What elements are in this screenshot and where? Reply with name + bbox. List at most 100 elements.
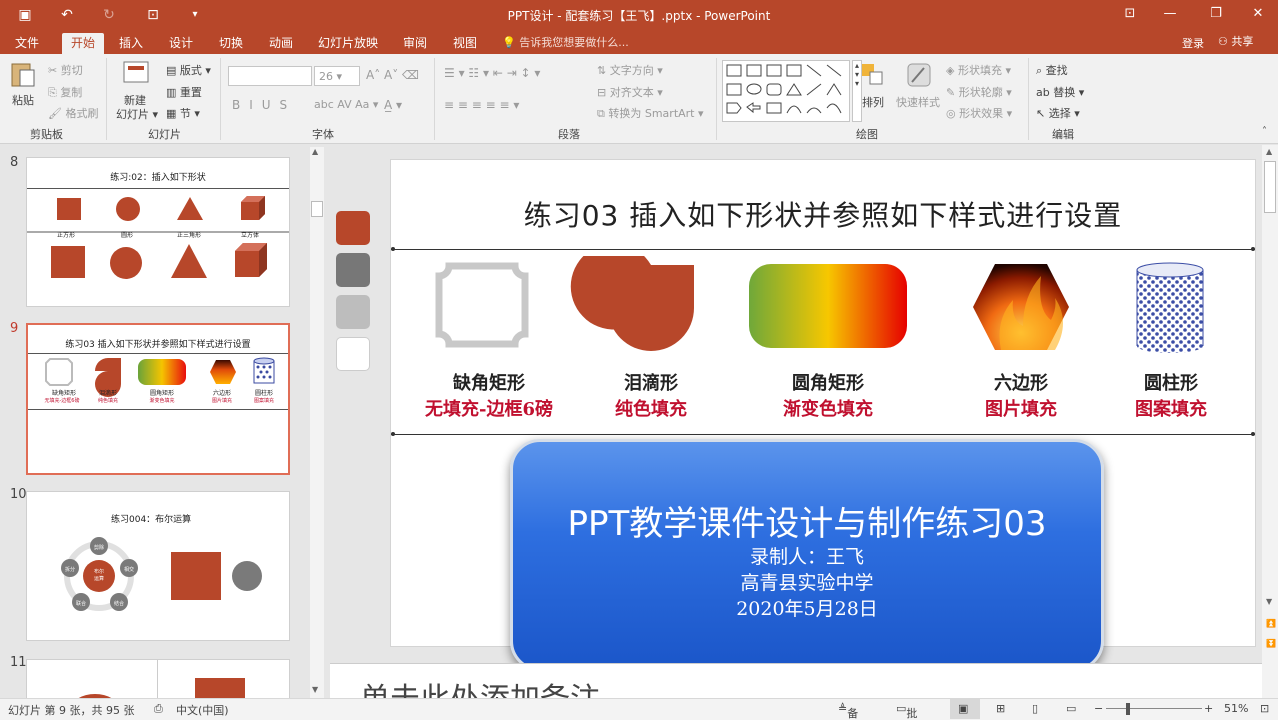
tab-slideshow[interactable]: 幻灯片放映 [312, 33, 384, 54]
zoom-level[interactable]: 51% [1224, 702, 1248, 715]
powerpoint-window: ▣ ↶ ↻ ⊡ ▾ PPT设计 - 配套练习【王飞】.pptx - PowerP… [0, 0, 1278, 720]
font-effects-icons[interactable]: abc AV Aa ▾ [314, 98, 378, 111]
new-slide-button[interactable] [122, 60, 150, 89]
thumb-label: 圆柱形 [254, 390, 273, 397]
font-grow-shrink-icons[interactable]: A˄ A˅ ⌫ [366, 68, 419, 82]
copy-button[interactable]: ⎘ 复制 [48, 84, 82, 100]
thumb-sublabel: 无填充-边框6磅 [44, 398, 80, 404]
zoom-out-icon[interactable]: − [1094, 702, 1103, 715]
find-button[interactable]: ⌕ 查找 [1036, 62, 1068, 78]
divider [1028, 58, 1029, 140]
scroll-thumb[interactable] [1264, 161, 1276, 213]
zoom-in-icon[interactable]: + [1204, 702, 1213, 715]
thumb-center-label: 布尔 运算 [93, 569, 104, 582]
slide-sorter-icon[interactable]: ⊞ [996, 702, 1005, 715]
align-text-button[interactable]: ⊟ 对齐文本 ▾ [597, 84, 663, 100]
snip-rectangle-shape[interactable] [435, 262, 529, 348]
color-swatch-white[interactable] [336, 337, 370, 371]
thumbnails-scrollbar[interactable]: ▲ ▼ [310, 147, 324, 698]
scroll-up-icon[interactable]: ▲ [1266, 147, 1272, 156]
shape-fill-button[interactable]: ◈ 形状填充 ▾ [946, 62, 1011, 78]
tab-animations[interactable]: 动画 [260, 33, 302, 54]
group-drawing: 绘图 [856, 128, 878, 141]
font-name-input[interactable] [228, 66, 312, 86]
comments-label: 批注 [906, 707, 918, 720]
group-clipboard: 剪贴板 [30, 128, 63, 141]
thumb-label: 六边形 [212, 390, 231, 397]
collapse-ribbon-icon[interactable]: ˄ [1262, 126, 1267, 137]
section-button[interactable]: ▦ 节 ▾ [166, 105, 200, 121]
color-swatch-red[interactable] [336, 211, 370, 245]
ribbon-display-icon[interactable]: ⊡ [1110, 2, 1150, 26]
tab-home[interactable]: 开始 [62, 33, 104, 54]
thumb-label: 正三角形 [177, 232, 202, 239]
tab-review[interactable]: 审阅 [394, 33, 436, 54]
shape-effects-label: 形状效果 [959, 107, 1004, 120]
tell-me-box[interactable]: 💡 告诉我您想要做什么... [502, 34, 629, 50]
spellcheck-icon[interactable]: ⎙ [154, 702, 163, 716]
arrange-label: 排列 [862, 96, 884, 109]
recording-title-card: PPT教学课件设计与制作练习03 录制人：王飞 高青县实验中学 2020年5月2… [510, 439, 1104, 671]
scroll-down-icon[interactable]: ▼ [1266, 597, 1272, 606]
reset-button[interactable]: ▥ 重置 [166, 84, 202, 100]
list-icons[interactable]: ☰ ▾ ☷ ▾ ⇤ ⇥ ↕ ▾ [444, 66, 540, 80]
editor-vertical-scrollbar[interactable]: ▲ ▼ ⏫ ⏬ [1262, 145, 1278, 698]
next-slide-icon[interactable]: ⏬ [1266, 639, 1276, 648]
previous-slide-icon[interactable]: ⏫ [1266, 619, 1276, 628]
align-icons[interactable]: ≡ ≡ ≡ ≡ ≡ ▾ [444, 98, 519, 112]
effects-icon: ◎ [946, 107, 956, 120]
arrange-button[interactable] [860, 62, 886, 91]
shape-effects-button[interactable]: ◎ 形状效果 ▾ [946, 105, 1012, 121]
rounded-rectangle-shape[interactable] [749, 264, 907, 348]
scroll-thumb[interactable] [311, 201, 323, 217]
share-button[interactable]: ⚇ 共享 [1218, 33, 1253, 49]
slide-thumbnail-8[interactable]: 练习:02：插入如下形状 正方形 圆形 正三角形 立方体 [26, 157, 290, 307]
layout-button[interactable]: ▤ 版式 ▾ [166, 62, 211, 78]
teardrop-shape[interactable] [570, 256, 694, 351]
format-painter-button[interactable]: 🖌 格式刷 [48, 105, 98, 121]
scroll-up-icon[interactable]: ▲ [312, 147, 318, 156]
restore-button[interactable]: ❐ [1196, 2, 1236, 26]
cylinder-shape[interactable] [1137, 270, 1203, 346]
smartart-button[interactable]: ⧉ 转换为 SmartArt ▾ [597, 105, 704, 121]
color-swatch-gray[interactable] [336, 253, 370, 287]
replace-button[interactable]: ab 替换 ▾ [1036, 84, 1084, 100]
notes-toggle[interactable]: ≜ 备注 [838, 702, 858, 720]
slide-thumbnail-9[interactable]: 练习03 插入如下形状并参照如下样式进行设置 缺角矩形 泪滴形 圆角矩形 六边形… [26, 323, 290, 475]
scroll-down-icon[interactable]: ▼ [312, 685, 318, 694]
font-size-value: 26 [319, 70, 333, 83]
cut-button[interactable]: ✂ 剪切 [48, 62, 83, 78]
tab-design[interactable]: 设计 [160, 33, 202, 54]
notes-pane[interactable]: 单击此处添加备注 [330, 663, 1262, 698]
slide-thumbnail-10[interactable]: 练习004：布尔运算 布尔 运算 剪除 相交 拆分 联合 结合 [26, 491, 290, 641]
select-button[interactable]: ↖ 选择 ▾ [1036, 105, 1080, 121]
tab-transitions[interactable]: 切换 [210, 33, 252, 54]
paste-button[interactable] [10, 60, 36, 91]
font-size-input[interactable]: 26 ▾ [314, 66, 360, 86]
minimize-button[interactable]: — [1150, 2, 1190, 26]
shapes-gallery[interactable] [722, 60, 850, 122]
color-swatch-lightgray[interactable] [336, 295, 370, 329]
fit-slide-icon[interactable]: ⊡ [1260, 702, 1269, 715]
tab-insert[interactable]: 插入 [110, 33, 152, 54]
text-direction-button[interactable]: ⇅ 文字方向 ▾ [597, 62, 663, 78]
tab-file[interactable]: 文件 [6, 33, 48, 54]
comments-toggle[interactable]: ▭ 批注 [896, 702, 917, 720]
font-format-icons[interactable]: BIUS [232, 98, 296, 112]
replace-icon: ab [1036, 86, 1050, 99]
reading-view-icon[interactable]: ▯ [1032, 702, 1038, 715]
close-button[interactable]: ✕ [1238, 2, 1278, 26]
shape-outline-button[interactable]: ✎ 形状轮廓 ▾ [946, 84, 1012, 100]
search-icon: ⌕ [1036, 64, 1043, 77]
slideshow-icon[interactable]: ▭ [1066, 702, 1076, 715]
language-status[interactable]: 中文(中国) [176, 702, 229, 718]
tab-view[interactable]: 视图 [444, 33, 486, 54]
zoom-slider-thumb[interactable] [1126, 703, 1130, 715]
normal-view-glyph: ▣ [958, 702, 969, 715]
zoom-slider[interactable] [1106, 708, 1202, 709]
quick-styles-button[interactable] [906, 62, 932, 91]
slide-title[interactable]: 练习03 插入如下形状并参照如下样式进行设置 [391, 194, 1255, 234]
login-link[interactable]: 登录 [1182, 35, 1204, 51]
thumb-label: 正方形 [57, 232, 76, 239]
font-color-icon[interactable]: A̲ ▾ [384, 98, 402, 112]
